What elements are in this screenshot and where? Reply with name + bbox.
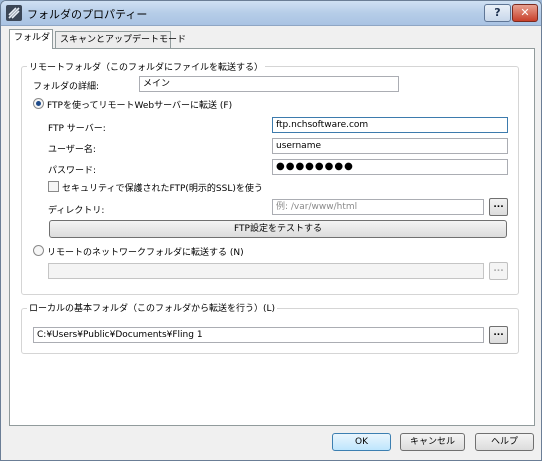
tab-scan-update-mode[interactable]: スキャンとアップデートモード xyxy=(55,31,186,48)
remote-folder-legend: リモートフォルダ（このフォルダにファイルを転送する） xyxy=(27,60,266,73)
directory-label: ディレクトリ: xyxy=(48,206,105,216)
directory-browse-button[interactable]: ... xyxy=(489,198,508,216)
ftp-radio-dot xyxy=(36,101,41,106)
local-folder-input[interactable]: C:¥Users¥Public¥Documents¥Fling 1 xyxy=(33,327,484,343)
local-folder-browse-button[interactable]: ... xyxy=(489,326,508,344)
directory-input[interactable]: 例: /var/www/html xyxy=(272,199,484,215)
ftp-server-label: FTP サーバー: xyxy=(48,124,106,134)
ftp-server-input[interactable]: ftp.nchsoftware.com xyxy=(272,117,508,133)
ftp-radio-label[interactable]: FTPを使ってリモートWebサーバーに転送 (F) xyxy=(47,98,232,111)
username-input[interactable]: username xyxy=(272,138,508,154)
title-bar: フォルダのプロパティー ? ✕ xyxy=(1,1,541,26)
network-folder-radio[interactable] xyxy=(33,245,44,256)
secure-ftp-checkbox[interactable] xyxy=(48,181,59,192)
help-button[interactable]: ヘルプ xyxy=(475,433,534,451)
folder-details-label: フォルダの詳細: xyxy=(33,82,100,92)
test-ftp-button[interactable]: FTP設定をテストする xyxy=(49,220,507,238)
tab-folder[interactable]: フォルダ xyxy=(9,29,53,49)
ok-button[interactable]: OK xyxy=(332,433,391,451)
secure-ftp-label[interactable]: セキュリティで保護されたFTP(明示的SSL)を使う xyxy=(62,181,263,194)
network-folder-input[interactable] xyxy=(48,263,484,279)
folder-details-input[interactable]: メイン xyxy=(139,76,399,92)
properties-window: フォルダのプロパティー ? ✕ フォルダ スキャンとアップデートモード リモート… xyxy=(0,0,542,461)
password-label: パスワード: xyxy=(48,166,97,176)
network-folder-browse-button[interactable]: ... xyxy=(489,262,508,280)
title-help-button[interactable]: ? xyxy=(484,4,511,22)
app-icon xyxy=(6,5,22,21)
window-title: フォルダのプロパティー xyxy=(27,8,148,21)
ftp-radio[interactable] xyxy=(33,98,44,109)
title-close-button[interactable]: ✕ xyxy=(512,4,538,22)
password-input[interactable]: ●●●●●●●● xyxy=(272,159,508,175)
username-label: ユーザー名: xyxy=(48,145,96,155)
local-folder-legend: ローカルの基本フォルダ（このフォルダから転送を行う）(L) xyxy=(27,301,278,314)
network-folder-radio-label[interactable]: リモートのネットワークフォルダに転送する (N) xyxy=(47,245,244,258)
cancel-button[interactable]: キャンセル xyxy=(400,433,465,451)
